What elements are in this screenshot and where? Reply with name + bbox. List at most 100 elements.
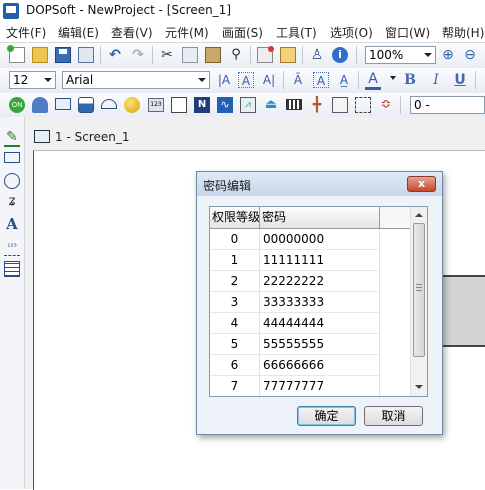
on-button-icon[interactable]: ON <box>9 97 25 113</box>
scrollbar-thumb[interactable] <box>413 223 425 357</box>
find-icon[interactable]: ⚲ <box>228 47 244 63</box>
menu-screen[interactable]: 画面(S) <box>222 24 263 41</box>
column-header-password[interactable]: 密码 <box>260 207 380 229</box>
cut-icon[interactable]: ✂ <box>159 47 175 63</box>
font-size-select[interactable]: 12 <box>9 71 56 89</box>
password-cell[interactable]: 00000000 <box>260 229 380 250</box>
menu-view[interactable]: 查看(V) <box>111 24 153 41</box>
table-row[interactable]: 6 66666666 <box>210 355 410 376</box>
download-icon[interactable] <box>280 47 296 63</box>
align-left-icon[interactable]: |A <box>216 72 232 88</box>
shape-icon[interactable]: ≎ <box>378 97 394 113</box>
text-tool-icon[interactable]: A <box>4 216 20 232</box>
copy-icon[interactable] <box>182 47 198 63</box>
password-cell[interactable]: 55555555 <box>260 334 380 355</box>
redo-icon[interactable]: ↷ <box>130 47 146 63</box>
screen-tab-title[interactable]: 1 - Screen_1 <box>55 130 129 144</box>
chevron-down-icon[interactable] <box>390 76 396 80</box>
trend-icon[interactable]: ∿ <box>217 97 233 113</box>
column-header-level[interactable]: 权限等级 <box>210 207 260 229</box>
password-cell[interactable]: 11111111 <box>260 250 380 271</box>
circle-tool-icon[interactable] <box>4 173 20 189</box>
menu-file[interactable]: 文件(F) <box>6 24 46 41</box>
italic-icon[interactable]: I <box>428 72 444 88</box>
scroll-up-icon[interactable] <box>413 210 425 220</box>
table-row[interactable]: 3 33333333 <box>210 292 410 313</box>
table-row[interactable]: 4 44444444 <box>210 313 410 334</box>
text-display-icon[interactable] <box>171 97 187 113</box>
align-right-icon[interactable]: A| <box>261 72 277 88</box>
menu-edit[interactable]: 编辑(E) <box>58 24 99 41</box>
bar-graph-icon[interactable] <box>78 97 94 113</box>
font-name-value: Arial <box>66 73 94 87</box>
lamp-icon[interactable] <box>124 97 140 113</box>
font-color-icon[interactable]: A <box>365 71 381 90</box>
info-icon[interactable]: i <box>332 47 348 63</box>
vertical-scrollbar[interactable] <box>410 207 427 396</box>
rectangle-tool-icon[interactable] <box>4 152 20 163</box>
password-cell[interactable]: 77777777 <box>260 376 380 396</box>
menu-tools[interactable]: 工具(T) <box>276 24 317 41</box>
simulate-icon[interactable]: ♙ <box>309 47 325 63</box>
valign-bottom-icon[interactable]: A̲ <box>336 72 352 88</box>
ok-button[interactable]: 确定 <box>297 406 356 426</box>
level-cell: 0 <box>210 229 260 250</box>
close-icon[interactable]: x <box>407 176 436 192</box>
scroll-down-icon[interactable] <box>413 382 425 392</box>
element-toolbar: ON 123 N ∿ ⩘ ⏏ ╋ ≎ 0 - <box>0 93 485 118</box>
keypad-icon[interactable] <box>286 99 302 110</box>
chevron-down-icon <box>44 78 52 82</box>
open-folder-icon[interactable] <box>32 47 48 63</box>
cancel-button[interactable]: 取消 <box>364 406 423 426</box>
paste-icon[interactable] <box>205 47 221 63</box>
valign-middle-icon[interactable]: A <box>313 72 329 88</box>
pen-icon[interactable]: ✎ <box>4 129 20 147</box>
grid-table-tool-icon[interactable] <box>4 261 20 277</box>
bold-icon[interactable]: B <box>402 72 418 88</box>
password-cell[interactable]: 22222222 <box>260 271 380 292</box>
n-input-icon[interactable]: N <box>194 97 210 113</box>
valign-top-icon[interactable]: Ā <box>290 72 306 88</box>
password-cell[interactable]: 66666666 <box>260 355 380 376</box>
table-row[interactable]: 5 55555555 <box>210 334 410 355</box>
compile-icon[interactable] <box>257 46 274 63</box>
table-row[interactable]: 0 00000000 <box>210 229 410 250</box>
arc-icon[interactable] <box>101 99 117 109</box>
slider-icon[interactable]: ╋ <box>309 97 325 113</box>
screen-icon <box>34 130 50 143</box>
new-file-icon[interactable] <box>7 45 25 63</box>
group-icon[interactable] <box>355 97 371 113</box>
level-cell: 3 <box>210 292 260 313</box>
polyline-tool-icon[interactable]: ʑ <box>4 194 20 210</box>
menu-element[interactable]: 元件(M) <box>165 24 209 41</box>
password-cell[interactable]: 33333333 <box>260 292 380 313</box>
layer-select[interactable]: 0 - <box>410 96 485 114</box>
numeric-display-icon[interactable]: 123 <box>148 98 164 112</box>
menu-window[interactable]: 窗口(W) <box>385 24 430 41</box>
undo-icon[interactable]: ↶ <box>107 47 123 63</box>
menu-options[interactable]: 选项(O) <box>330 24 373 41</box>
underline-icon[interactable]: U <box>452 72 468 88</box>
save-as-icon[interactable] <box>78 47 94 63</box>
table-row[interactable]: 1 11111111 <box>210 250 410 271</box>
meter-icon[interactable] <box>32 97 48 113</box>
zoom-in-icon[interactable]: ⊕ <box>440 47 456 63</box>
zoom-select[interactable]: 100% <box>365 46 436 64</box>
align-center-icon[interactable]: A <box>238 72 254 88</box>
canvas-element[interactable] <box>440 275 485 347</box>
table-icon[interactable] <box>332 97 348 113</box>
zoom-out-icon[interactable]: ⊖ <box>462 47 478 63</box>
font-name-select[interactable]: Arial <box>62 71 210 89</box>
scale-tool-icon[interactable]: ¹²³ <box>4 239 20 256</box>
xy-chart-icon[interactable]: ⩘ <box>240 97 256 113</box>
separator <box>302 46 303 64</box>
password-grid[interactable]: 权限等级 密码 0 00000000 1 11111111 2 22222222… <box>209 206 428 397</box>
rectangle-icon[interactable] <box>55 98 71 110</box>
alarm-icon[interactable]: ⏏ <box>263 97 279 113</box>
save-icon[interactable] <box>55 47 71 63</box>
table-row[interactable]: 7 77777777 <box>210 376 410 396</box>
menu-help[interactable]: 帮助(H) <box>442 24 484 41</box>
table-row[interactable]: 2 22222222 <box>210 271 410 292</box>
password-cell[interactable]: 44444444 <box>260 313 380 334</box>
dialog-titlebar[interactable]: 密码编辑 x <box>197 172 442 196</box>
